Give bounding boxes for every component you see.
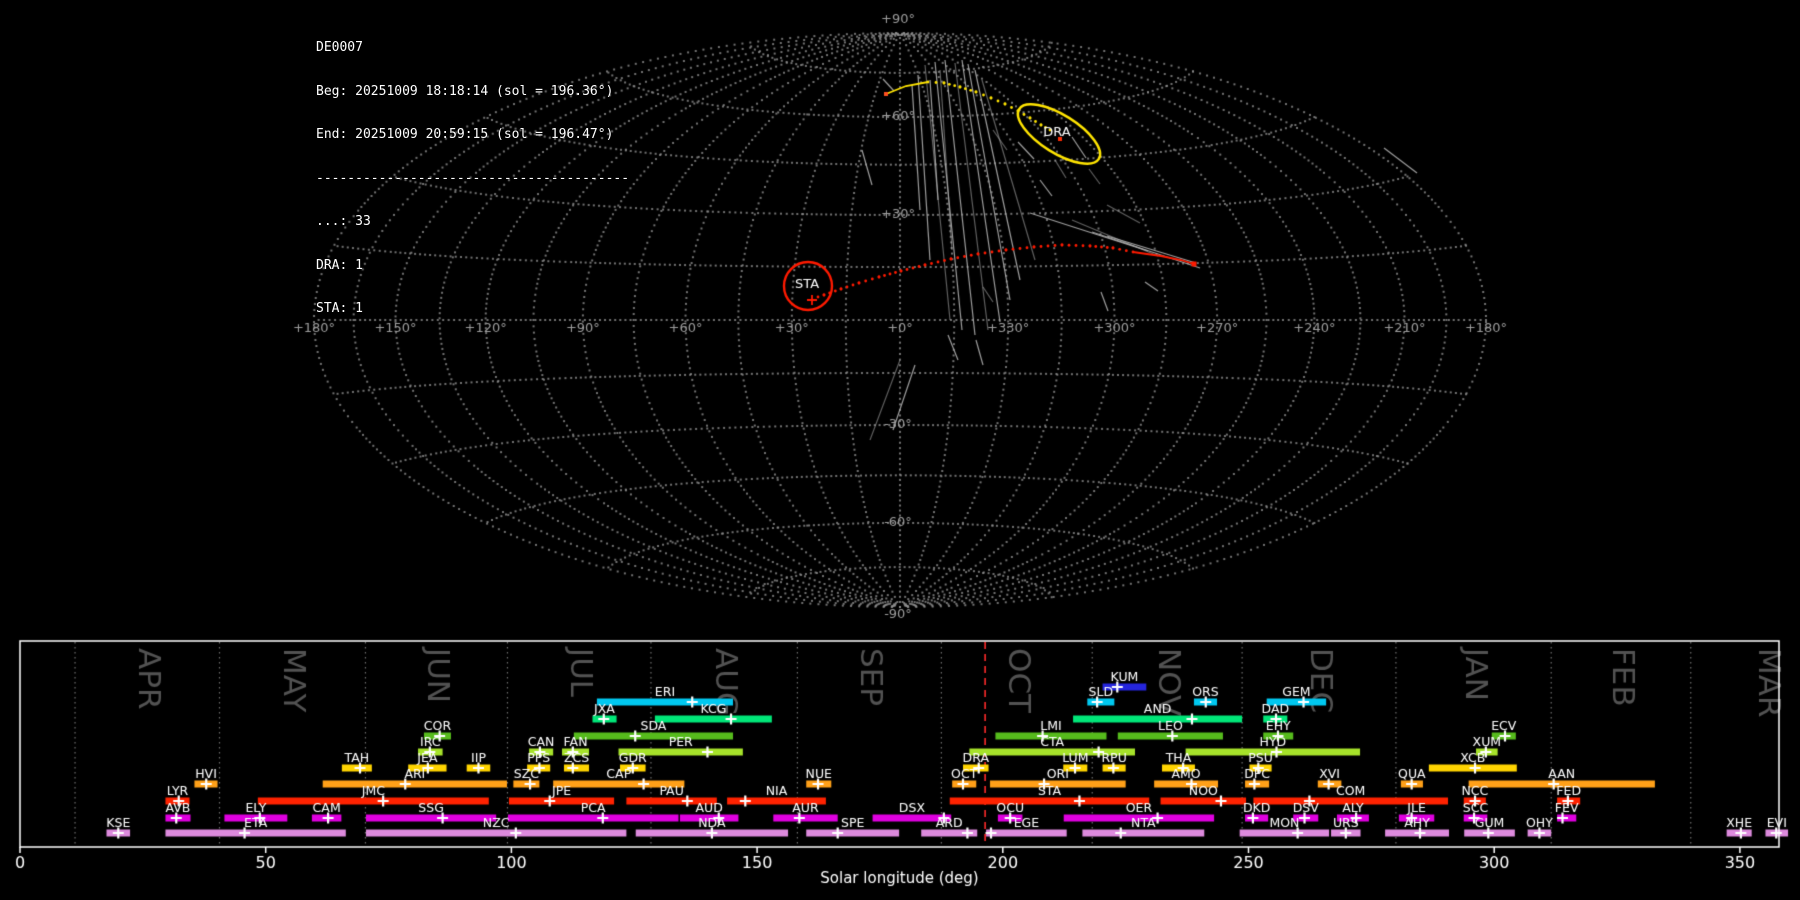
count-sta: STA: 1 <box>316 301 363 316</box>
observation-header: DE0007 Beg: 20251009 18:18:14 (sol = 196… <box>316 12 629 346</box>
shower-activity-timeline-canvas <box>0 630 1800 900</box>
meteor-observation-screen: DE0007 Beg: 20251009 18:18:14 (sol = 196… <box>0 0 1800 900</box>
end-time-line: End: 20251009 20:59:15 (sol = 196.47°) <box>316 127 614 142</box>
station-id: DE0007 <box>316 40 363 55</box>
begin-time-line: Beg: 20251009 18:18:14 (sol = 196.36°) <box>316 83 614 99</box>
count-dra: DRA: 1 <box>316 257 363 273</box>
radiant-sky-map-canvas <box>0 0 1800 630</box>
header-divider: ---------------------------------------- <box>316 170 630 186</box>
count-unassociated: ...: 33 <box>316 214 371 229</box>
